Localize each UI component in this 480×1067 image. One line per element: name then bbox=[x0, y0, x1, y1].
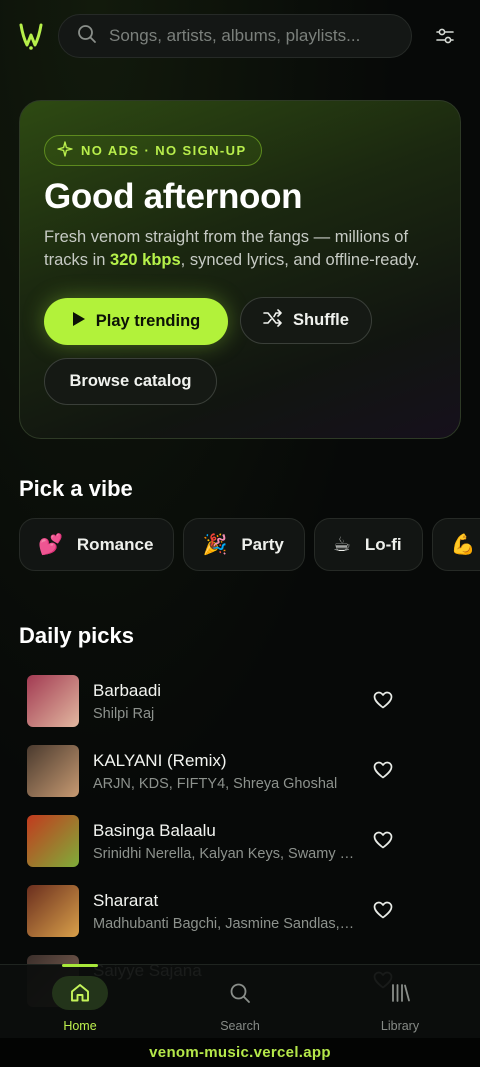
browser-url-bar: venom-music.vercel.app bbox=[0, 1038, 480, 1067]
search-icon bbox=[77, 24, 97, 49]
track-row[interactable]: Basinga Balaalu Srinidhi Nerella, Kalyan … bbox=[0, 808, 480, 878]
album-art-thumbnail bbox=[27, 675, 79, 727]
promo-badge: NO ADS · NO SIGN-UP bbox=[44, 135, 262, 166]
browse-catalog-button[interactable]: Browse catalog bbox=[44, 358, 217, 405]
vibe-chip[interactable]: 🎉 Party bbox=[183, 518, 305, 571]
track-artist: Srinidhi Nerella, Kalyan Keys, Swamy Nim… bbox=[93, 846, 355, 862]
track-row[interactable]: Shararat Madhubanti Bagchi, Jasmine Sandl… bbox=[0, 878, 480, 948]
badge-label: NO ADS · NO SIGN-UP bbox=[81, 143, 247, 158]
track-title: Barbaadi bbox=[93, 681, 162, 700]
vibe-emoji-icon: ☕ bbox=[332, 534, 351, 556]
shuffle-icon bbox=[263, 309, 283, 332]
nav-home[interactable]: Home bbox=[0, 964, 160, 1038]
track-title: KALYANI (Remix) bbox=[93, 751, 227, 770]
vibe-chips-row: 💕 Romance 🎉 Party ☕ Lo-fi 💪Workout bbox=[19, 518, 480, 572]
track-title: Shararat bbox=[93, 891, 159, 910]
track-row[interactable]: KALYANI (Remix) ARJN, KDS, FIFTY4, Shreya… bbox=[0, 738, 480, 808]
bitrate-highlight: 320 kbps bbox=[110, 251, 181, 269]
search-bar[interactable] bbox=[58, 14, 412, 58]
album-art-thumbnail bbox=[27, 885, 79, 937]
shuffle-label: Shuffle bbox=[293, 311, 349, 329]
vibe-chip[interactable]: 💕 Romance bbox=[19, 518, 175, 571]
active-indicator bbox=[62, 964, 98, 967]
venom-logo-icon[interactable] bbox=[18, 21, 44, 51]
album-art-thumbnail bbox=[27, 815, 79, 867]
nav-library[interactable]: Library bbox=[320, 965, 480, 1038]
track-title: Basinga Balaalu bbox=[93, 821, 216, 840]
hero-description: Fresh venom straight from the fangs — mi… bbox=[44, 226, 444, 272]
bottom-navigation: Home Search Library bbox=[0, 964, 480, 1038]
vibe-chip[interactable]: ☕ Lo-fi bbox=[313, 518, 423, 571]
vibes-section-title: Pick a vibe bbox=[19, 476, 133, 501]
greeting-title: Good afternoon bbox=[44, 177, 303, 216]
track-row[interactable]: Barbaadi Shilpi Raj bbox=[0, 668, 480, 738]
vibe-label: Romance bbox=[76, 534, 154, 554]
vibe-emoji-icon: 🎉 bbox=[202, 534, 228, 556]
app-shell: NO ADS · NO SIGN-UP Good afternoon Fresh… bbox=[0, 0, 480, 1038]
album-art-thumbnail bbox=[27, 745, 79, 797]
heart-icon[interactable] bbox=[373, 761, 395, 781]
sparkle-icon bbox=[57, 141, 73, 160]
heart-icon[interactable] bbox=[373, 831, 395, 851]
nav-label: Search bbox=[220, 1019, 260, 1033]
heart-icon[interactable] bbox=[373, 691, 395, 711]
track-artist: Madhubanti Bagchi, Jasmine Sandlas, Shas… bbox=[93, 916, 355, 932]
play-trending-label: Play trending bbox=[95, 312, 201, 330]
search-input[interactable] bbox=[109, 26, 389, 46]
nav-search[interactable]: Search bbox=[160, 965, 320, 1038]
shuffle-button[interactable]: Shuffle bbox=[240, 297, 372, 344]
vibe-label: Party bbox=[241, 534, 284, 554]
browse-catalog-label: Browse catalog bbox=[69, 372, 192, 390]
daily-picks-title: Daily picks bbox=[19, 623, 134, 648]
site-url: venom-music.vercel.app bbox=[149, 1044, 331, 1061]
home-icon bbox=[52, 976, 108, 1010]
track-artist: Shilpi Raj bbox=[93, 706, 155, 722]
track-artist: ARJN, KDS, FIFTY4, Shreya Ghoshal bbox=[93, 776, 338, 792]
library-icon bbox=[372, 976, 428, 1010]
heart-icon[interactable] bbox=[373, 901, 395, 921]
nav-label: Library bbox=[380, 1019, 420, 1033]
vibe-emoji-icon: 💪 bbox=[450, 534, 476, 556]
hero-card: NO ADS · NO SIGN-UP Good afternoon Fresh… bbox=[19, 100, 461, 439]
settings-sliders-icon[interactable] bbox=[430, 22, 460, 50]
play-icon bbox=[72, 311, 86, 332]
nav-label: Home bbox=[63, 1019, 97, 1033]
play-trending-button[interactable]: Play trending bbox=[44, 298, 228, 345]
desc-text-end: , synced lyrics, and offline-ready. bbox=[180, 251, 420, 269]
search-icon bbox=[212, 976, 268, 1010]
vibe-emoji-icon: 💕 bbox=[38, 534, 63, 556]
vibe-chip[interactable]: 💪Workout bbox=[431, 518, 480, 571]
vibe-label: Lo-fi bbox=[364, 534, 402, 554]
